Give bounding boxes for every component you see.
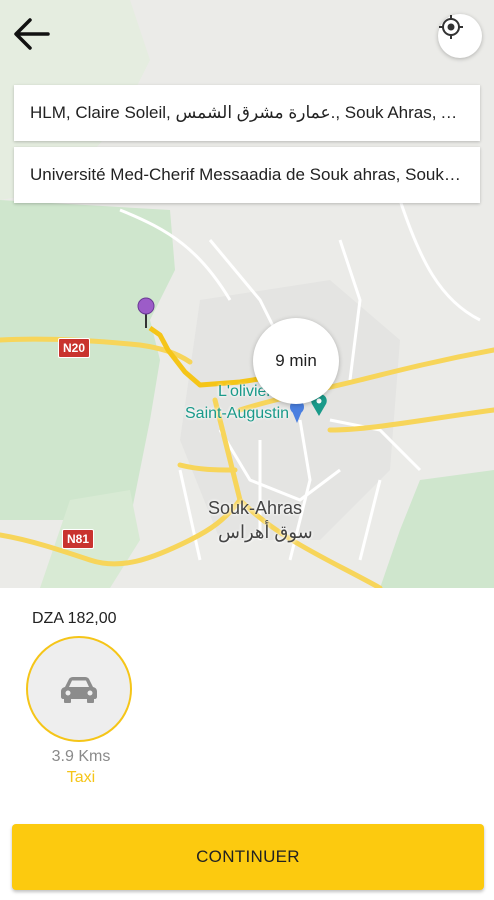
car-icon [61, 677, 97, 703]
pickup-address-field[interactable]: HLM, Claire Soleil, عمارة مشرق الشمس., S… [14, 85, 480, 141]
green-area-west [0, 200, 175, 520]
crosshair-icon [439, 15, 463, 39]
map-view[interactable]: N20 N81 L'olivier Saint-Augustin Souk-Ah… [0, 0, 494, 588]
ride-options-panel: DZA 182,00 3.9 Kms Taxi CONTINUER [0, 588, 494, 900]
my-location-button[interactable] [438, 14, 482, 58]
city-label-arabic: سوق أهراس [218, 522, 313, 542]
place-label-line2: Saint-Augustin [185, 405, 290, 422]
vehicle-type-label: Taxi [66, 769, 96, 786]
eta-text: 9 min [275, 351, 317, 370]
road-shield-n20: N20 [58, 338, 91, 358]
arrow-left-icon [14, 18, 50, 50]
city-label: Souk-Ahras [208, 498, 303, 518]
green-area-southeast [380, 470, 494, 588]
back-button[interactable] [12, 16, 58, 62]
dropoff-address-field[interactable]: Université Med-Cherif Messaadia de Souk … [14, 147, 480, 203]
continue-button[interactable]: CONTINUER [12, 824, 484, 890]
road-shield-n81: N81 [62, 529, 95, 549]
vehicle-option-taxi[interactable] [26, 636, 132, 742]
eta-bubble: 9 min [253, 318, 339, 404]
dropoff-address-text: Université Med-Cherif Messaadia de Souk … [30, 165, 464, 184]
ride-distance: 3.9 Kms [51, 748, 111, 765]
fare-price: DZA 182,00 [32, 610, 117, 627]
pickup-address-text: HLM, Claire Soleil, عمارة مشرق الشمس., S… [30, 103, 464, 122]
